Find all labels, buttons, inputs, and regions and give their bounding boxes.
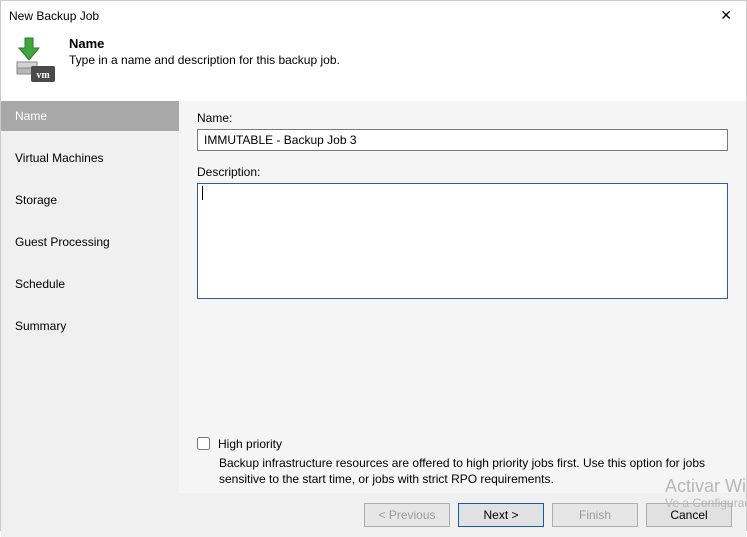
finish-button: Finish — [552, 503, 638, 527]
name-input[interactable] — [197, 129, 728, 151]
close-icon[interactable]: ✕ — [716, 7, 736, 24]
sidebar-step-schedule[interactable]: Schedule — [1, 269, 179, 299]
high-priority-checkbox[interactable] — [197, 437, 210, 450]
sidebar-step-name[interactable]: Name — [1, 101, 179, 131]
sidebar-step-virtual-machines[interactable]: Virtual Machines — [1, 143, 179, 173]
sidebar-step-storage[interactable]: Storage — [1, 185, 179, 215]
sidebar-step-summary[interactable]: Summary — [1, 311, 179, 341]
vm-backup-icon: vm — [15, 36, 57, 87]
high-priority-hint: Backup infrastructure resources are offe… — [197, 455, 728, 487]
next-button[interactable]: Next > — [458, 503, 544, 527]
header-subtitle: Type in a name and description for this … — [69, 53, 340, 67]
wizard-footer: < Previous Next > Finish Cancel — [1, 493, 746, 537]
high-priority-label: High priority — [218, 437, 282, 451]
window-title: New Backup Job — [9, 9, 99, 23]
wizard-header: vm Name Type in a name and description f… — [1, 26, 746, 101]
sidebar-step-guest-processing[interactable]: Guest Processing — [1, 227, 179, 257]
wizard-steps: Name Virtual Machines Storage Guest Process… — [1, 101, 179, 493]
previous-button: < Previous — [364, 503, 450, 527]
name-label: Name: — [197, 111, 728, 125]
cancel-button[interactable]: Cancel — [646, 503, 732, 527]
svg-text:vm: vm — [36, 70, 50, 81]
wizard-page: Name: Description: High priority Backup … — [179, 101, 746, 493]
description-label: Description: — [197, 165, 728, 179]
header-title: Name — [69, 36, 340, 51]
description-input[interactable] — [197, 183, 728, 299]
